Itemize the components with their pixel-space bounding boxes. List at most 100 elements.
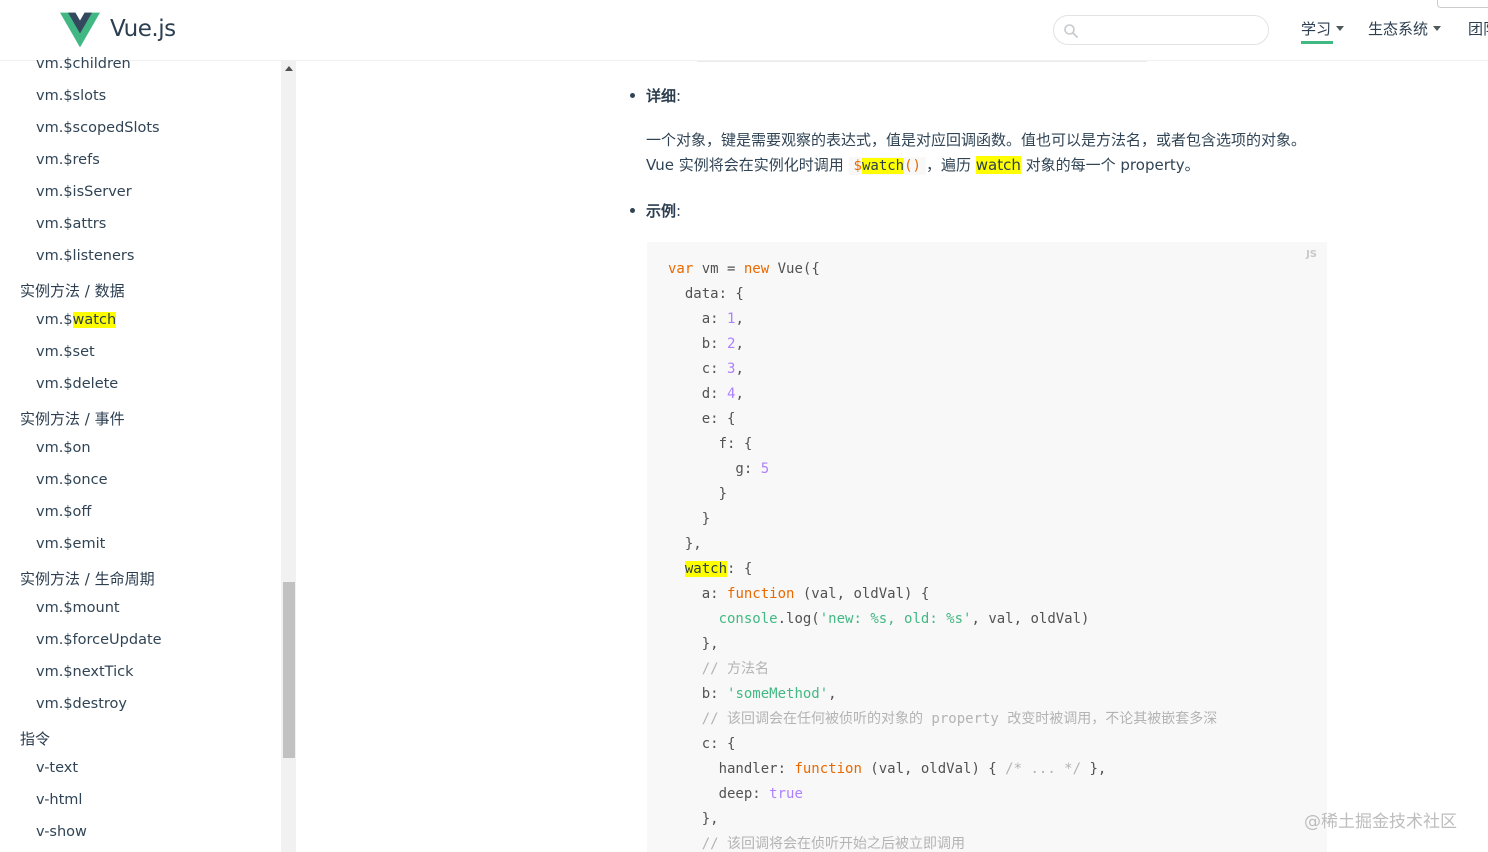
nav-ecosystem-label: 生态系统 [1368,20,1429,38]
sidebar-item[interactable]: vm.$listeners [36,248,134,264]
search-highlight: watch [975,156,1021,174]
code-line: g: 5 [668,457,1217,482]
details-label: 详细 [646,87,677,105]
sidebar-item[interactable]: v-text [36,760,78,776]
search-highlight: watch [861,158,905,174]
inline-code-watch: $watch() [848,157,926,175]
sidebar-item[interactable]: v-html [36,792,82,808]
code-line: c: 3, [668,357,1217,382]
nav-ecosystem[interactable]: 生态系统 [1368,18,1442,39]
sidebar-item[interactable]: vm.$set [36,344,95,360]
code-content: var vm = new Vue({ data: { a: 1, b: 2, c… [668,257,1217,852]
code-token: f: { [668,436,753,452]
sidebar-item[interactable]: vm.$once [36,472,108,488]
sidebar-item[interactable]: vm.$mount [36,600,120,616]
code-token: , [735,386,744,402]
sidebar-item[interactable]: v-show [36,824,87,840]
code-token: , [828,686,837,702]
sidebar-item[interactable]: vm.$destroy [36,696,127,712]
sidebar-item[interactable]: vm.$refs [36,152,100,168]
code-line: b: 'someMethod', [668,682,1217,707]
scrollbar-thumb[interactable] [283,582,295,758]
code-token: data: { [668,286,744,302]
code-dollar: $ [853,158,862,174]
code-token: a: [668,586,728,602]
code-token: a: [668,311,728,327]
example-label: 示例 [646,202,677,220]
sidebar-item[interactable]: vm.$emit [36,536,105,552]
nav-team[interactable]: 团队 [1468,18,1488,39]
code-token: }, [668,811,719,827]
brand-name[interactable]: Vue.js [110,16,176,42]
code-line: a: 1, [668,307,1217,332]
code-token: } [668,486,728,502]
vue-logo-icon[interactable] [60,12,100,48]
sidebar-section-heading[interactable]: 实例方法 / 生命周期 [20,568,155,589]
code-token: , val, oldVal) [971,611,1090,627]
code-token: e: { [668,411,736,427]
sidebar-item[interactable]: vm.$on [36,440,91,456]
code-line: watch: { [668,557,1217,582]
search-highlight: watch [72,312,117,328]
sidebar-item[interactable]: vm.$delete [36,376,118,392]
code-token: deep: [668,786,770,802]
code-line: } [668,482,1217,507]
search-icon [1064,24,1078,38]
caret-down-icon [1336,26,1345,31]
code-line: console.log('new: %s, old: %s', val, old… [668,607,1217,632]
code-line: handler: function (val, oldVal) { /* ...… [668,757,1217,782]
active-underline [1301,41,1333,44]
sidebar-item[interactable]: vm.$slots [36,88,106,104]
sidebar-item[interactable]: vm.$attrs [36,216,106,232]
divider [697,61,1147,62]
code-line: a: function (val, oldVal) { [668,582,1217,607]
search-input[interactable] [1084,19,1260,41]
para-text-2: ，遍历 [925,156,976,174]
code-line: d: 4, [668,382,1217,407]
code-token: /* ... */ [1005,761,1082,777]
sidebar-item[interactable]: vm.$isServer [36,184,132,200]
bullet-icon [630,93,635,98]
sidebar-section-heading[interactable]: 指令 [20,728,50,749]
nav-learn-label: 学习 [1301,20,1332,38]
code-line: // 方法名 [668,657,1217,682]
code-token: var [668,261,694,277]
code-token: b: [668,336,728,352]
code-token: vm = [693,261,744,277]
sidebar-section-heading[interactable]: 实例方法 / 数据 [20,280,125,301]
sidebar-item[interactable]: vm.$forceUpdate [36,632,162,648]
scroll-up-arrow-icon[interactable] [281,61,296,76]
search-highlight: watch [684,561,728,577]
code-token: 'someMethod' [727,686,829,702]
search-box[interactable] [1053,15,1269,45]
sidebar: vm.$children vm.$slots vm.$scopedSlots vm.$… [0,56,297,852]
code-line: data: { [668,282,1217,307]
code-token: function [794,761,862,777]
code-token: .log( [777,611,820,627]
code-token: // 该回调将会在侦听开始之后被立即调用 [668,836,965,852]
sidebar-section-heading[interactable]: 实例方法 / 事件 [20,408,125,429]
bullet-icon [630,208,635,213]
code-token: Vue({ [769,261,820,277]
code-token: (val, oldVal) { [861,761,1006,777]
caret-down-icon [1433,26,1442,31]
code-language-badge: JS [1306,249,1317,260]
code-token: // 该回调会在任何被侦听的对象的 property 改变时被调用，不论其被嵌套… [668,711,1218,727]
code-line: // 该回调会在任何被侦听的对象的 property 改变时被调用，不论其被嵌套… [668,707,1218,732]
sidebar-item[interactable]: vm.$nextTick [36,664,133,680]
code-line: }, [668,807,1217,832]
code-line: e: { [668,407,1217,432]
code-parens: () [904,158,921,174]
code-line: } [668,507,1217,532]
code-line: b: 2, [668,332,1217,357]
sidebar-item[interactable]: vm.$scopedSlots [36,120,160,136]
code-token: , [735,311,744,327]
code-token: true [769,786,803,802]
nav-learn[interactable]: 学习 [1301,18,1345,44]
sidebar-item[interactable]: vm.$watch [36,312,117,328]
sidebar-item[interactable]: vm.$children [36,56,131,72]
corner-popup-edge [1437,0,1488,8]
sidebar-item[interactable]: vm.$off [36,504,91,520]
